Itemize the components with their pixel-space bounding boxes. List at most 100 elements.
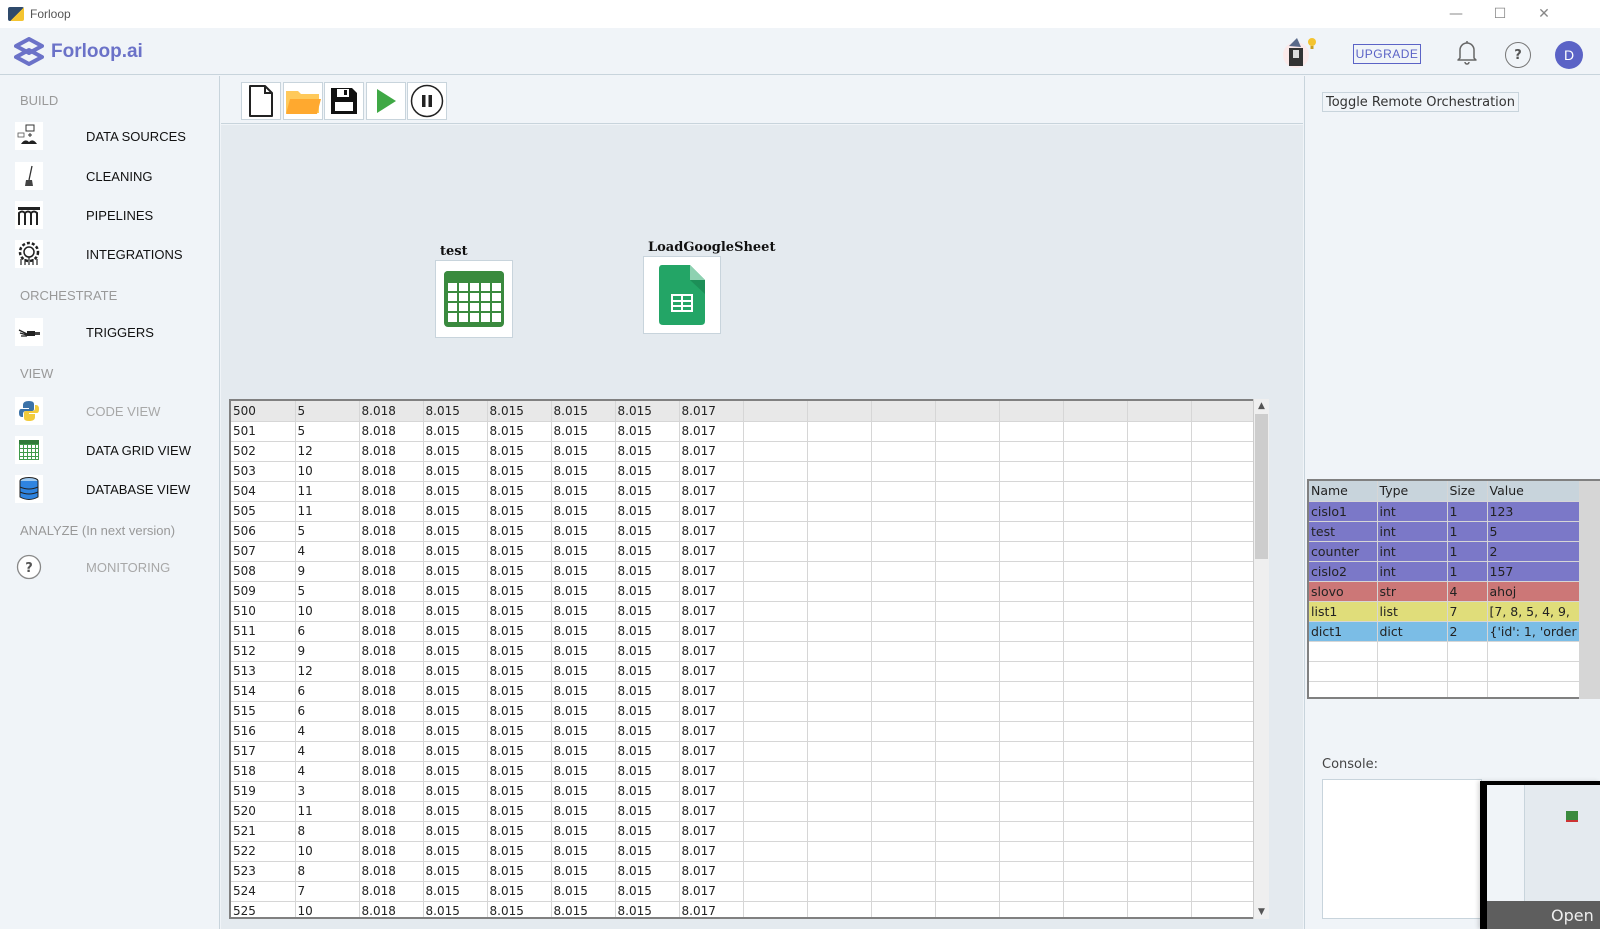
- grid-cell[interactable]: 8.015: [423, 881, 488, 902]
- variable-row[interactable]: counterint12+: [1309, 541, 1600, 562]
- grid-cell[interactable]: 8.015: [423, 421, 488, 442]
- grid-cell[interactable]: [1127, 721, 1192, 742]
- grid-cell[interactable]: [743, 761, 808, 782]
- grid-cell[interactable]: [807, 801, 872, 822]
- grid-cell[interactable]: 8.015: [615, 441, 680, 462]
- grid-cell[interactable]: [999, 901, 1064, 917]
- grid-cell[interactable]: 8: [295, 861, 360, 882]
- maximize-button[interactable]: ☐: [1478, 0, 1522, 28]
- grid-cell[interactable]: [1127, 841, 1192, 862]
- grid-cell[interactable]: [1127, 701, 1192, 722]
- grid-cell[interactable]: [1127, 681, 1192, 702]
- grid-cell[interactable]: [1127, 741, 1192, 762]
- grid-cell[interactable]: 3: [295, 781, 360, 802]
- grid-cell[interactable]: 8.015: [551, 801, 616, 822]
- grid-cell[interactable]: [999, 581, 1064, 602]
- grid-cell[interactable]: [807, 701, 872, 722]
- grid-cell[interactable]: [999, 481, 1064, 502]
- column-header-type[interactable]: Type: [1377, 481, 1448, 502]
- grid-cell[interactable]: 8.018: [359, 801, 424, 822]
- grid-cell[interactable]: 8.015: [487, 821, 552, 842]
- grid-cell[interactable]: [1191, 841, 1256, 862]
- grid-cell[interactable]: 8.017: [679, 661, 744, 682]
- grid-cell[interactable]: [743, 681, 808, 702]
- grid-cell[interactable]: 9: [295, 641, 360, 662]
- grid-cell[interactable]: [999, 441, 1064, 462]
- grid-cell[interactable]: [1063, 641, 1128, 662]
- grid-cell[interactable]: [935, 901, 1000, 917]
- grid-cell[interactable]: 8.015: [615, 861, 680, 882]
- grid-cell[interactable]: 8.015: [487, 621, 552, 642]
- grid-cell[interactable]: 5: [295, 401, 360, 422]
- sidebar-item-integrations[interactable]: INTEGRATIONS: [15, 239, 215, 269]
- grid-cell[interactable]: 8.018: [359, 841, 424, 862]
- grid-cell[interactable]: [999, 881, 1064, 902]
- sidebar-item-data-grid-view[interactable]: DATA GRID VIEW: [15, 435, 215, 465]
- grid-cell[interactable]: [1127, 461, 1192, 482]
- grid-cell[interactable]: 8.017: [679, 401, 744, 422]
- grid-cell[interactable]: 6: [295, 681, 360, 702]
- grid-cell[interactable]: [743, 861, 808, 882]
- column-header-value[interactable]: Value: [1487, 481, 1580, 502]
- grid-cell[interactable]: 8.018: [359, 481, 424, 502]
- help-icon[interactable]: ?: [1505, 42, 1531, 68]
- grid-cell[interactable]: [807, 481, 872, 502]
- grid-cell[interactable]: [935, 561, 1000, 582]
- grid-cell[interactable]: [871, 641, 936, 662]
- grid-cell[interactable]: [999, 501, 1064, 522]
- grid-cell[interactable]: 8.015: [423, 581, 488, 602]
- grid-cell[interactable]: [999, 801, 1064, 822]
- grid-cell[interactable]: 8.017: [679, 521, 744, 542]
- grid-cell[interactable]: [935, 761, 1000, 782]
- grid-cell[interactable]: [1063, 541, 1128, 562]
- grid-cell[interactable]: 8.015: [615, 501, 680, 522]
- grid-cell[interactable]: [743, 521, 808, 542]
- grid-cell[interactable]: [743, 901, 808, 917]
- grid-cell[interactable]: [1191, 681, 1256, 702]
- close-button[interactable]: ✕: [1522, 0, 1566, 28]
- grid-cell[interactable]: 8.017: [679, 441, 744, 462]
- grid-cell[interactable]: [1127, 861, 1192, 882]
- grid-cell[interactable]: [935, 881, 1000, 902]
- grid-cell[interactable]: [871, 761, 936, 782]
- grid-cell[interactable]: [1063, 561, 1128, 582]
- grid-cell[interactable]: 8.015: [551, 701, 616, 722]
- grid-cell[interactable]: 8.015: [487, 481, 552, 502]
- grid-cell[interactable]: 8.015: [487, 741, 552, 762]
- grid-cell[interactable]: 8.017: [679, 761, 744, 782]
- grid-cell[interactable]: [999, 641, 1064, 662]
- grid-cell[interactable]: 8.015: [615, 601, 680, 622]
- grid-cell[interactable]: 8.017: [679, 541, 744, 562]
- grid-cell[interactable]: 8.015: [487, 781, 552, 802]
- grid-cell[interactable]: 8.015: [551, 781, 616, 802]
- grid-cell[interactable]: 7: [295, 881, 360, 902]
- grid-cell[interactable]: 8.015: [551, 841, 616, 862]
- grid-cell[interactable]: 8.017: [679, 601, 744, 622]
- grid-cell[interactable]: [935, 521, 1000, 542]
- save-button[interactable]: [324, 82, 364, 120]
- grid-cell[interactable]: 10: [295, 901, 360, 917]
- grid-cell[interactable]: [935, 801, 1000, 822]
- grid-cell[interactable]: 8.018: [359, 441, 424, 462]
- grid-cell[interactable]: [1063, 801, 1128, 822]
- grid-cell[interactable]: 8.017: [679, 481, 744, 502]
- grid-cell[interactable]: [1063, 821, 1128, 842]
- grid-cell[interactable]: 8.015: [615, 681, 680, 702]
- grid-cell[interactable]: [1063, 601, 1128, 622]
- grid-cell[interactable]: [935, 781, 1000, 802]
- brand-logo[interactable]: Forloop.ai: [14, 37, 143, 67]
- grid-cell[interactable]: 508: [231, 561, 296, 582]
- grid-cell[interactable]: 8.017: [679, 581, 744, 602]
- grid-cell[interactable]: 4: [295, 761, 360, 782]
- grid-cell[interactable]: 10: [295, 841, 360, 862]
- grid-cell[interactable]: [1127, 801, 1192, 822]
- grid-cell[interactable]: [999, 661, 1064, 682]
- grid-cell[interactable]: 512: [231, 641, 296, 662]
- grid-cell[interactable]: [807, 561, 872, 582]
- grid-cell[interactable]: [1127, 621, 1192, 642]
- grid-cell[interactable]: 8.015: [423, 401, 488, 422]
- grid-cell[interactable]: [743, 541, 808, 562]
- grid-cell[interactable]: [1127, 761, 1192, 782]
- grid-cell[interactable]: 11: [295, 481, 360, 502]
- grid-cell[interactable]: [1063, 501, 1128, 522]
